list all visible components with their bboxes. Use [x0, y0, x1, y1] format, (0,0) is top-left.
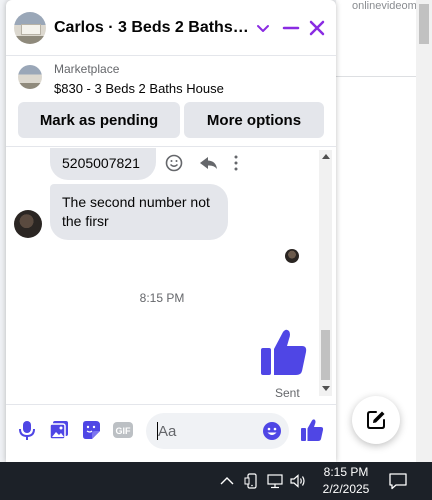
incoming-message[interactable]: The second number not the firsr — [50, 184, 228, 240]
message-composer: GIF — [6, 404, 336, 462]
marketplace-listing: Marketplace $830 - 3 Beds 2 Baths House … — [6, 57, 336, 147]
react-smiley-icon[interactable] — [165, 154, 183, 172]
show-hidden-icons-icon[interactable] — [218, 472, 236, 490]
more-vertical-icon[interactable] — [234, 155, 238, 171]
chat-scrollbar-thumb[interactable] — [321, 330, 330, 380]
new-message-button[interactable] — [352, 396, 400, 444]
seen-receipt-avatar — [285, 249, 299, 263]
message-input-container[interactable] — [146, 413, 289, 449]
chat-header[interactable]: Carlos · 3 Beds 2 Baths House — [6, 0, 336, 56]
close-icon[interactable] — [307, 18, 327, 38]
sender-avatar[interactable] — [14, 210, 42, 238]
page-scrollbar-thumb[interactable] — [419, 4, 429, 44]
incoming-message[interactable]: 5205007821 — [50, 148, 156, 180]
chevron-down-icon[interactable] — [255, 18, 271, 38]
notification-icon[interactable] — [388, 471, 408, 491]
minimize-icon[interactable] — [281, 18, 301, 38]
chat-window: Carlos · 3 Beds 2 Baths House Marketplac… — [6, 0, 336, 462]
send-like-icon[interactable] — [300, 418, 324, 442]
contact-avatar[interactable] — [14, 12, 46, 44]
message-list: 5205007821 The second number not the fir… — [6, 148, 336, 400]
taskbar: 8:15 PM 2/2/2025 — [0, 462, 432, 500]
mark-as-pending-button[interactable]: Mark as pending — [18, 102, 180, 138]
message-actions — [165, 154, 238, 172]
text-caret — [157, 422, 158, 440]
sticker-icon[interactable] — [80, 419, 102, 441]
photo-icon[interactable] — [48, 419, 70, 441]
page-scrollbar[interactable] — [416, 0, 432, 462]
message-input[interactable] — [158, 422, 258, 440]
message-timestamp: 8:15 PM — [139, 291, 185, 305]
emoji-icon[interactable] — [262, 421, 282, 441]
reply-icon[interactable] — [200, 157, 217, 169]
chat-title[interactable]: Carlos · 3 Beds 2 Baths House — [54, 19, 250, 37]
scroll-down-arrow[interactable] — [322, 386, 330, 391]
more-options-button[interactable]: More options — [184, 102, 324, 138]
clock-date[interactable]: 2/2/2025 — [316, 482, 376, 496]
background-sidebar — [336, 0, 416, 462]
clock-time[interactable]: 8:15 PM — [322, 465, 370, 479]
scroll-up-arrow[interactable] — [322, 154, 330, 159]
listing-thumbnail[interactable] — [18, 65, 42, 89]
listing-title[interactable]: $830 - 3 Beds 2 Baths House — [54, 81, 224, 96]
background-divider — [336, 76, 416, 77]
phone-link-icon[interactable] — [243, 472, 261, 490]
svg-text:GIF: GIF — [116, 426, 132, 436]
network-icon[interactable] — [266, 472, 284, 490]
gif-icon[interactable]: GIF — [112, 419, 134, 441]
message-status: Sent — [275, 386, 300, 400]
compose-icon — [367, 411, 385, 429]
thumbs-up-icon[interactable] — [259, 328, 309, 378]
microphone-icon[interactable] — [16, 419, 38, 441]
volume-icon[interactable] — [289, 472, 307, 490]
listing-label: Marketplace — [54, 62, 120, 76]
